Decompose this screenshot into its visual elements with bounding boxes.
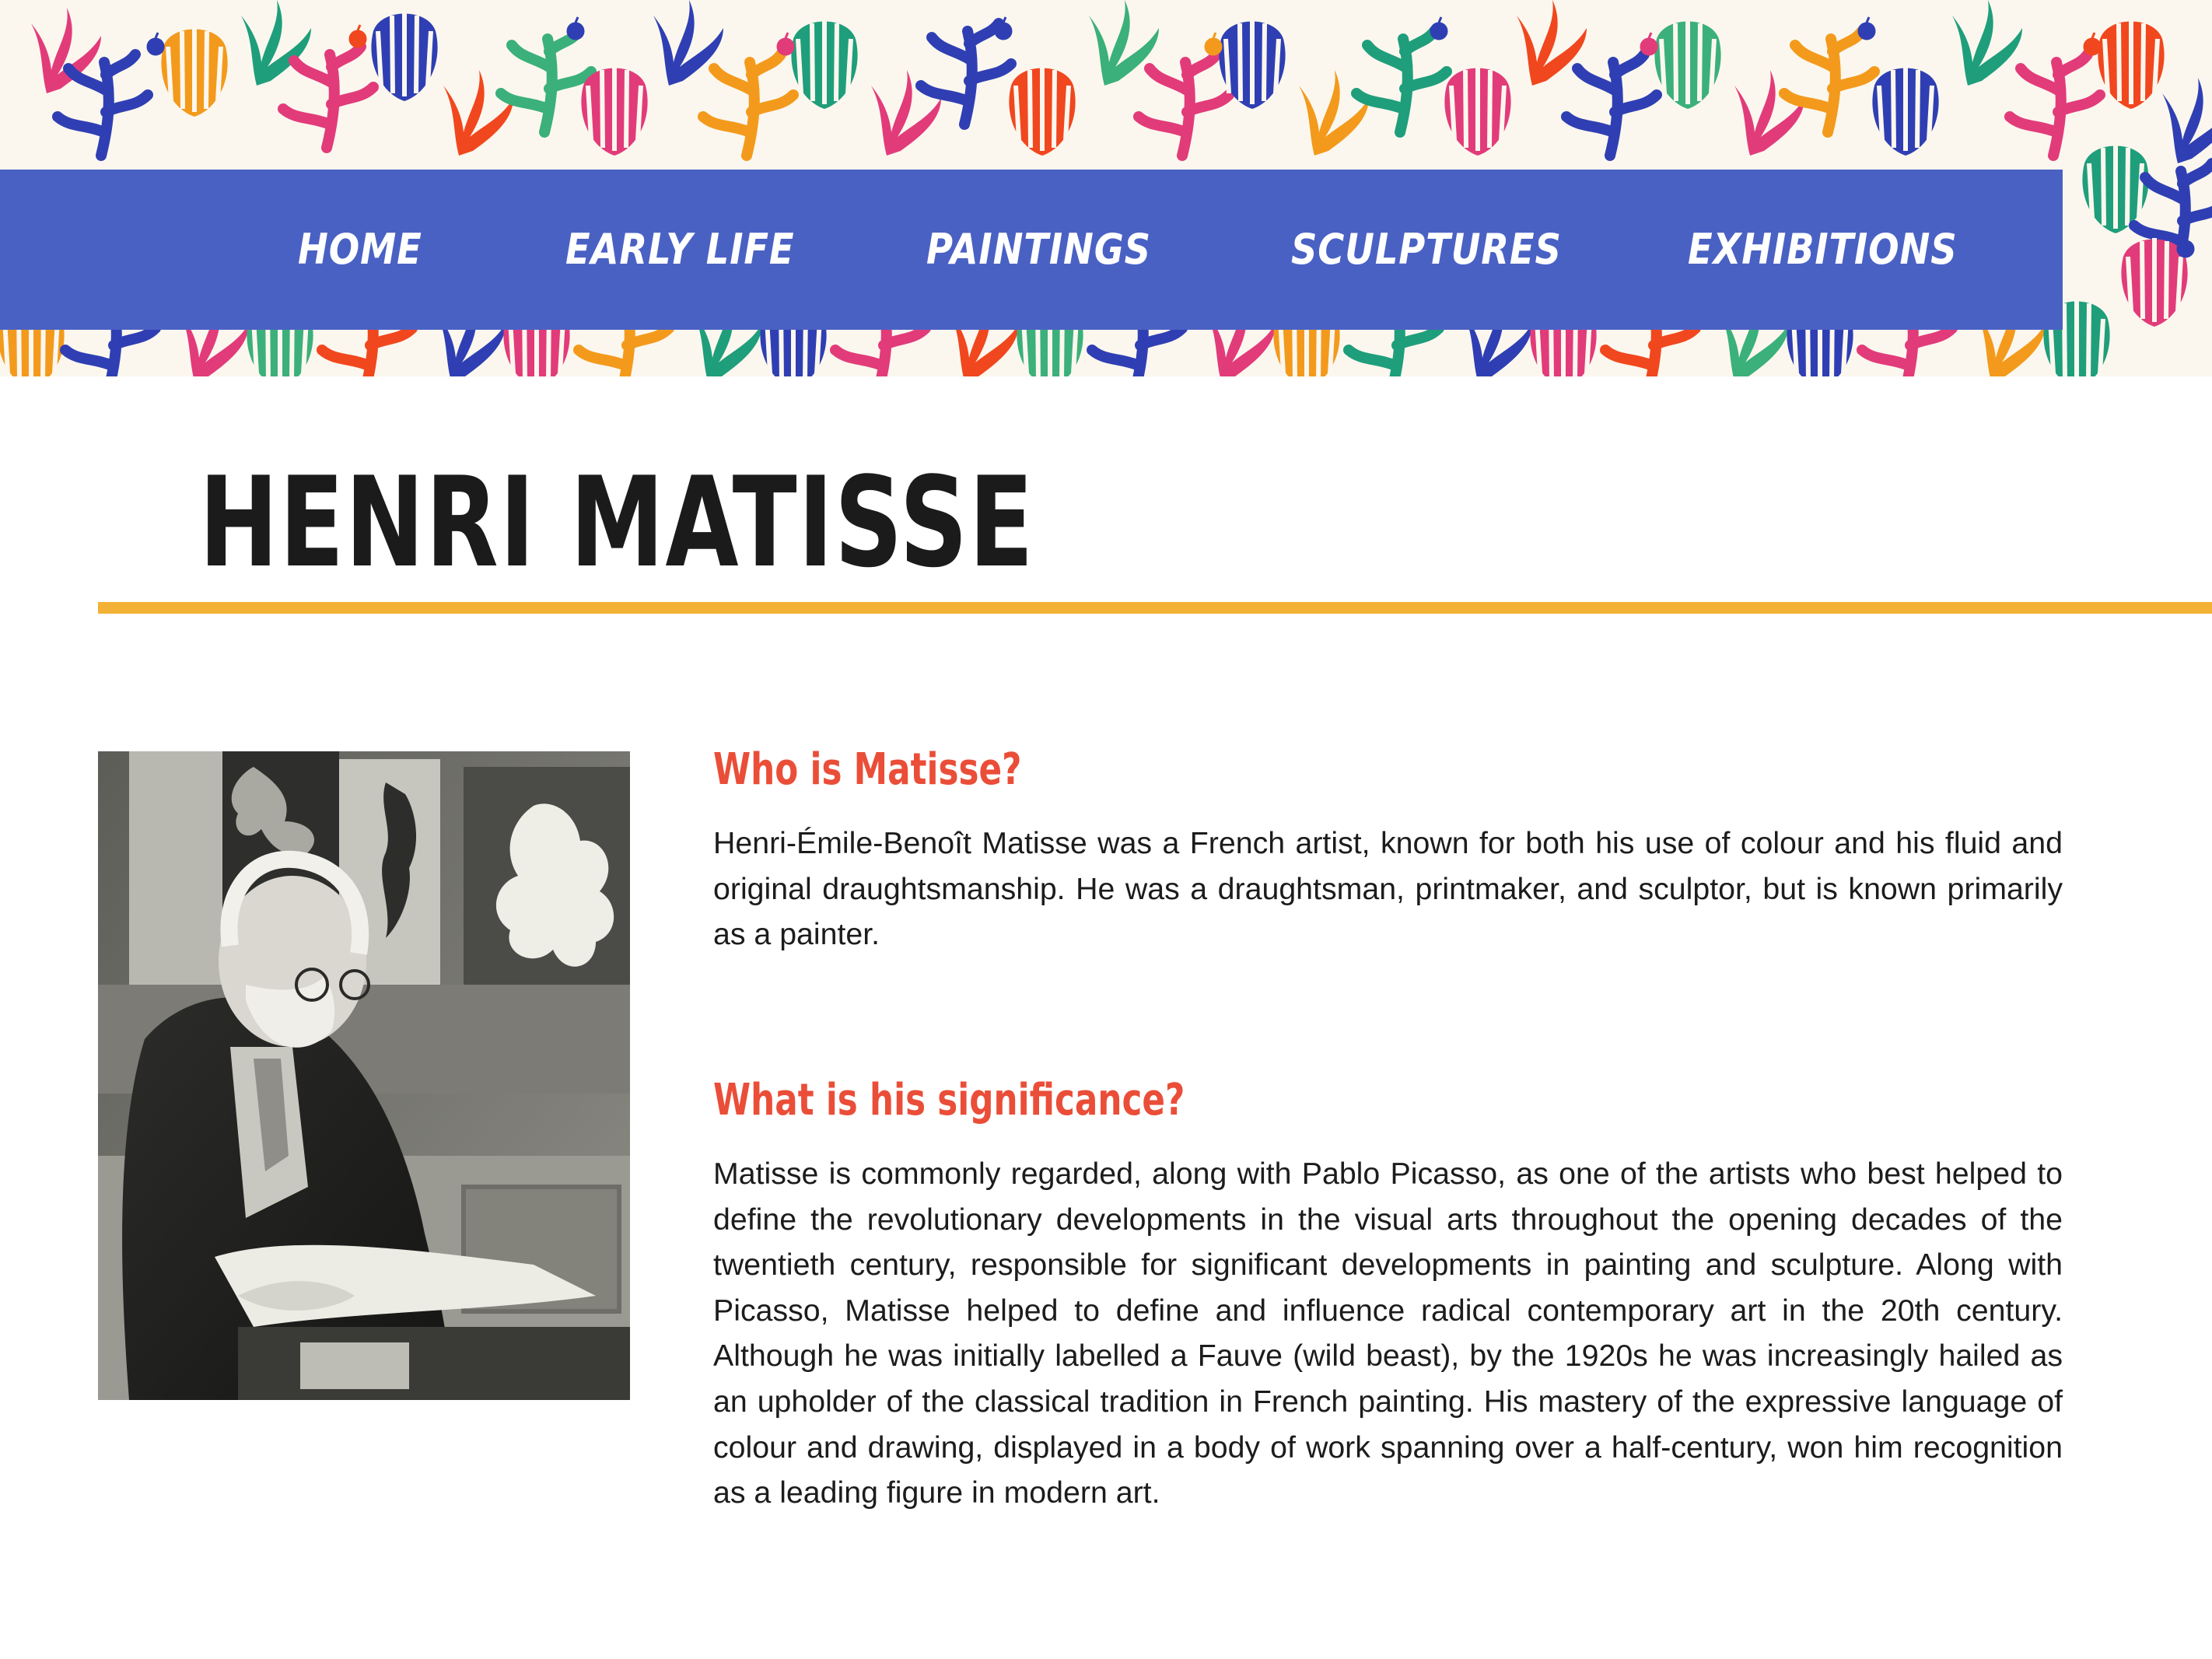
nav-link-paintings[interactable]: PAINTINGS — [926, 170, 1151, 330]
pattern-row-top — [31, 0, 2212, 163]
nav-link-early-life[interactable]: EARLY LIFE — [565, 170, 794, 330]
pattern-right-column — [2082, 145, 2212, 327]
matisse-portrait-photo — [98, 751, 630, 1400]
section-heading-significance: What is his significance? — [713, 1075, 1185, 1125]
title-divider — [98, 602, 2212, 614]
nav-link-exhibitions[interactable]: EXHIBITIONS — [1688, 170, 1958, 330]
page-title: HENRI MATISSE — [199, 450, 1035, 595]
nav-link-sculptures[interactable]: SCULPTURES — [1291, 170, 1562, 330]
main-navigation: HOME EARLY LIFE PAINTINGS SCULPTURES EXH… — [0, 170, 2063, 330]
nav-link-home[interactable]: HOME — [298, 170, 422, 330]
section-body-who-is-matisse: Henri-Émile-Benoît Matisse was a French … — [713, 826, 2063, 952]
portrait-illustration — [98, 751, 630, 1400]
section-body-significance: Matisse is commonly regarded, along with… — [713, 1157, 2063, 1510]
section-heading-who-is-matisse: Who is Matisse? — [713, 744, 1022, 795]
